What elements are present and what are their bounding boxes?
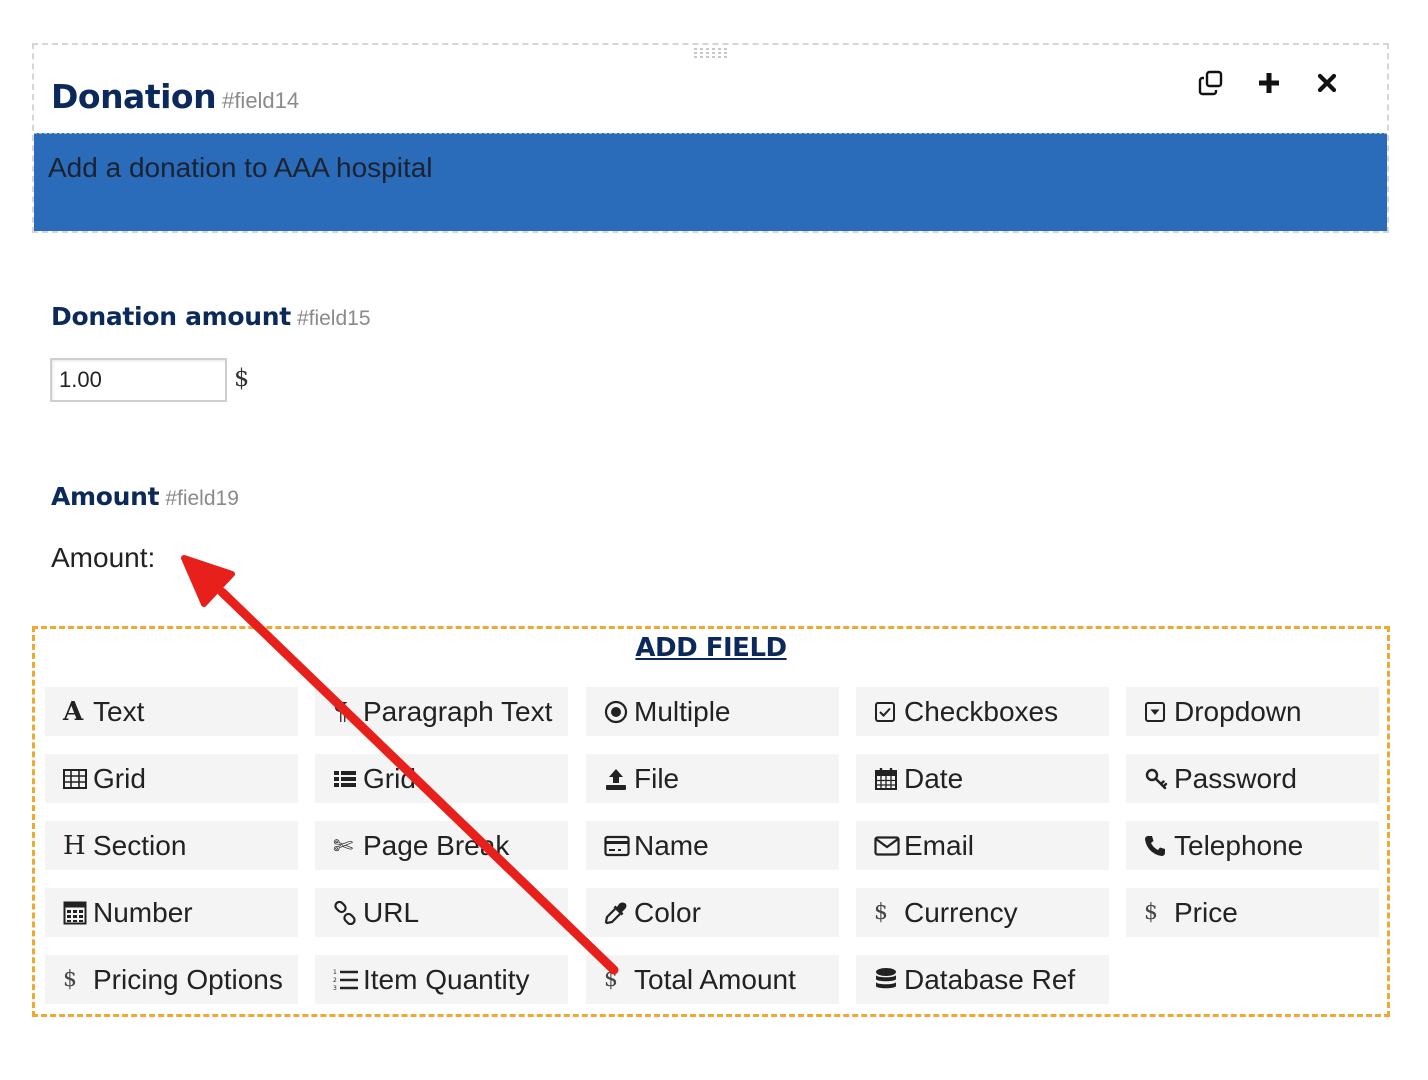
- add-name-button[interactable]: Name: [586, 821, 839, 870]
- add-field-panel: ADD FIELD A Text ¶ Paragraph Text Multip…: [32, 626, 1390, 1017]
- add-url-label: URL: [363, 896, 420, 928]
- dropdown-icon: [1144, 698, 1170, 726]
- section-title: Donation #field14: [51, 77, 299, 116]
- dollar-icon: $: [874, 899, 888, 925]
- close-icon[interactable]: [1313, 69, 1341, 97]
- dollar-icon: $: [1144, 899, 1158, 925]
- add-grid-list-label: Grid: [363, 762, 416, 794]
- add-section-button[interactable]: H Section: [45, 821, 298, 870]
- svg-text:1: 1: [333, 969, 337, 976]
- add-field-link[interactable]: ADD FIELD: [635, 633, 787, 663]
- text-icon: A: [63, 696, 84, 727]
- donation-amount-label: Donation amount #field15: [51, 302, 371, 331]
- add-date-button[interactable]: Date: [856, 754, 1109, 803]
- add-url-button[interactable]: URL: [315, 888, 568, 937]
- drag-handle-icon[interactable]: [694, 48, 728, 60]
- add-multiple-label: Multiple: [634, 695, 731, 727]
- add-checkboxes-label: Checkboxes: [904, 695, 1059, 727]
- paragraph-icon: ¶: [333, 697, 349, 726]
- add-paragraph-label: Paragraph Text: [363, 695, 553, 727]
- grid-list-icon: [333, 765, 359, 793]
- donation-amount-input[interactable]: [50, 358, 227, 402]
- add-grid-button[interactable]: Grid: [45, 754, 298, 803]
- add-field-title: ADD FIELD: [35, 633, 1387, 663]
- add-pricing-options-label: Pricing Options: [93, 963, 283, 995]
- add-grid-list-button[interactable]: Grid: [315, 754, 568, 803]
- add-total-amount-button[interactable]: $ Total Amount: [586, 955, 839, 1004]
- section-description: Add a donation to AAA hospital: [48, 152, 433, 183]
- add-price-label: Price: [1174, 896, 1238, 928]
- link-icon: [333, 899, 359, 927]
- grid-icon: [63, 765, 89, 793]
- add-password-label: Password: [1174, 762, 1297, 794]
- add-text-label: Text: [93, 695, 145, 727]
- add-section-label: Section: [93, 829, 187, 861]
- add-file-label: File: [634, 762, 680, 794]
- add-page-break-label: Page Break: [363, 829, 510, 861]
- currency-symbol: $: [234, 364, 250, 392]
- amount-display: Amount:: [51, 542, 156, 573]
- radio-icon: [604, 698, 630, 726]
- ordered-list-icon: 123: [333, 966, 359, 994]
- add-dropdown-label: Dropdown: [1174, 695, 1302, 727]
- add-checkboxes-button[interactable]: Checkboxes: [856, 687, 1109, 736]
- scissors-icon: ✄: [333, 831, 354, 860]
- add-color-label: Color: [634, 896, 701, 928]
- add-date-label: Date: [904, 762, 964, 794]
- add-email-button[interactable]: Email: [856, 821, 1109, 870]
- add-currency-button[interactable]: $ Currency: [856, 888, 1109, 937]
- add-price-button[interactable]: $ Price: [1126, 888, 1379, 937]
- svg-text:3: 3: [333, 985, 337, 992]
- add-file-button[interactable]: File: [586, 754, 839, 803]
- heading-icon: H: [63, 830, 86, 861]
- add-currency-label: Currency: [904, 896, 1018, 928]
- add-grid-label: Grid: [93, 762, 146, 794]
- add-password-button[interactable]: Password: [1126, 754, 1379, 803]
- eyedropper-icon: [604, 899, 630, 927]
- donation-amount-field-id: #field15: [296, 307, 371, 330]
- add-dropdown-button[interactable]: Dropdown: [1126, 687, 1379, 736]
- add-pricing-options-button[interactable]: $ Pricing Options: [45, 955, 298, 1004]
- add-name-label: Name: [634, 829, 709, 861]
- calculator-icon: [63, 899, 89, 927]
- id-card-icon: [604, 832, 630, 860]
- calendar-icon: [874, 765, 900, 793]
- svg-text:2: 2: [333, 977, 337, 984]
- card-actions: [1197, 69, 1341, 97]
- donation-amount-label-text: Donation amount: [51, 302, 291, 331]
- add-number-label: Number: [93, 896, 193, 928]
- add-item-quantity-button[interactable]: 123 Item Quantity: [315, 955, 568, 1004]
- add-item-quantity-label: Item Quantity: [363, 963, 530, 995]
- add-database-ref-button[interactable]: Database Ref: [856, 955, 1109, 1004]
- section-title-text: Donation: [51, 77, 217, 116]
- section-card-donation[interactable]: Donation #field14 Add a donation to AAA h…: [32, 43, 1389, 233]
- add-total-amount-label: Total Amount: [634, 963, 796, 995]
- add-color-button[interactable]: Color: [586, 888, 839, 937]
- add-multiple-button[interactable]: Multiple: [586, 687, 839, 736]
- add-number-button[interactable]: Number: [45, 888, 298, 937]
- database-icon: [874, 966, 900, 994]
- key-icon: [1144, 765, 1170, 793]
- phone-icon: [1144, 832, 1170, 860]
- add-telephone-label: Telephone: [1174, 829, 1304, 861]
- add-email-label: Email: [904, 829, 975, 861]
- checkbox-icon: [874, 698, 900, 726]
- envelope-icon: [874, 832, 900, 860]
- section-description-bar: Add a donation to AAA hospital: [34, 133, 1387, 231]
- add-text-button[interactable]: A Text: [45, 687, 298, 736]
- add-database-ref-label: Database Ref: [904, 963, 1076, 995]
- duplicate-icon[interactable]: [1197, 69, 1225, 97]
- add-telephone-button[interactable]: Telephone: [1126, 821, 1379, 870]
- dollar-icon: $: [63, 966, 77, 992]
- amount-label-text: Amount: [51, 482, 160, 511]
- plus-icon[interactable]: [1255, 69, 1283, 97]
- amount-label: Amount #field19: [51, 482, 239, 511]
- dollar-icon: $: [604, 966, 618, 992]
- amount-field-id: #field19: [165, 487, 239, 510]
- upload-icon: [604, 765, 630, 793]
- section-field-id: #field14: [222, 88, 300, 113]
- add-page-break-button[interactable]: ✄ Page Break: [315, 821, 568, 870]
- add-paragraph-button[interactable]: ¶ Paragraph Text: [315, 687, 568, 736]
